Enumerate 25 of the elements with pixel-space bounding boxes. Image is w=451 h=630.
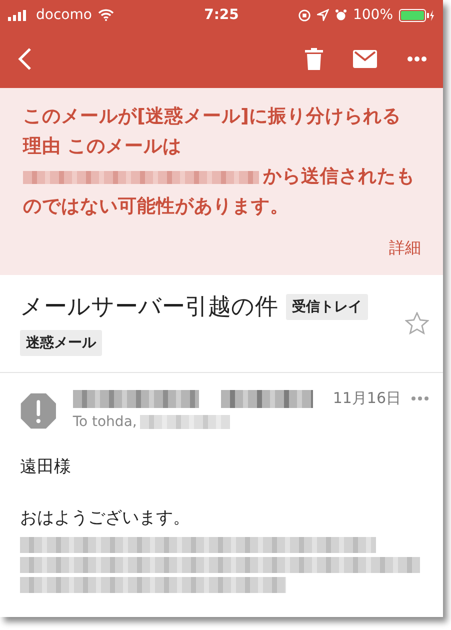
spam-reason-text: このメールが[迷惑メール]に振り分けられる理由 このメールは (23, 105, 402, 159)
wifi-icon (98, 9, 114, 21)
more-options-icon[interactable] (407, 56, 427, 62)
envelope-icon[interactable] (353, 50, 377, 68)
clock-time: 7:25 (204, 7, 239, 23)
star-icon[interactable] (405, 312, 429, 335)
greeting-text: 遠田様 (20, 456, 72, 478)
spam-reason-text: のではない可能性があります。 (23, 195, 289, 219)
battery-charging-icon (399, 8, 436, 22)
details-link[interactable]: 詳細 (389, 238, 421, 259)
email-date: 11月16日 (332, 389, 401, 408)
trash-icon[interactable] (305, 48, 323, 70)
location-arrow-icon (316, 9, 329, 21)
label-tag: 迷惑メール (20, 330, 102, 356)
spam-reason-text: から送信されたも (263, 165, 415, 189)
carrier-name: docomo (36, 7, 92, 23)
alarm-clock-icon (334, 9, 347, 21)
more-options-icon[interactable] (411, 396, 429, 401)
back-button[interactable] (18, 47, 32, 71)
label-tag: 受信トレイ (286, 294, 368, 320)
battery-percent: 100% (352, 7, 394, 23)
rotation-lock-icon (298, 8, 311, 22)
recipient-text: To tohda, (72, 414, 137, 430)
body-text: おはようございます。 (20, 507, 191, 529)
email-subject: メールサーバー引越の件 (20, 293, 278, 322)
